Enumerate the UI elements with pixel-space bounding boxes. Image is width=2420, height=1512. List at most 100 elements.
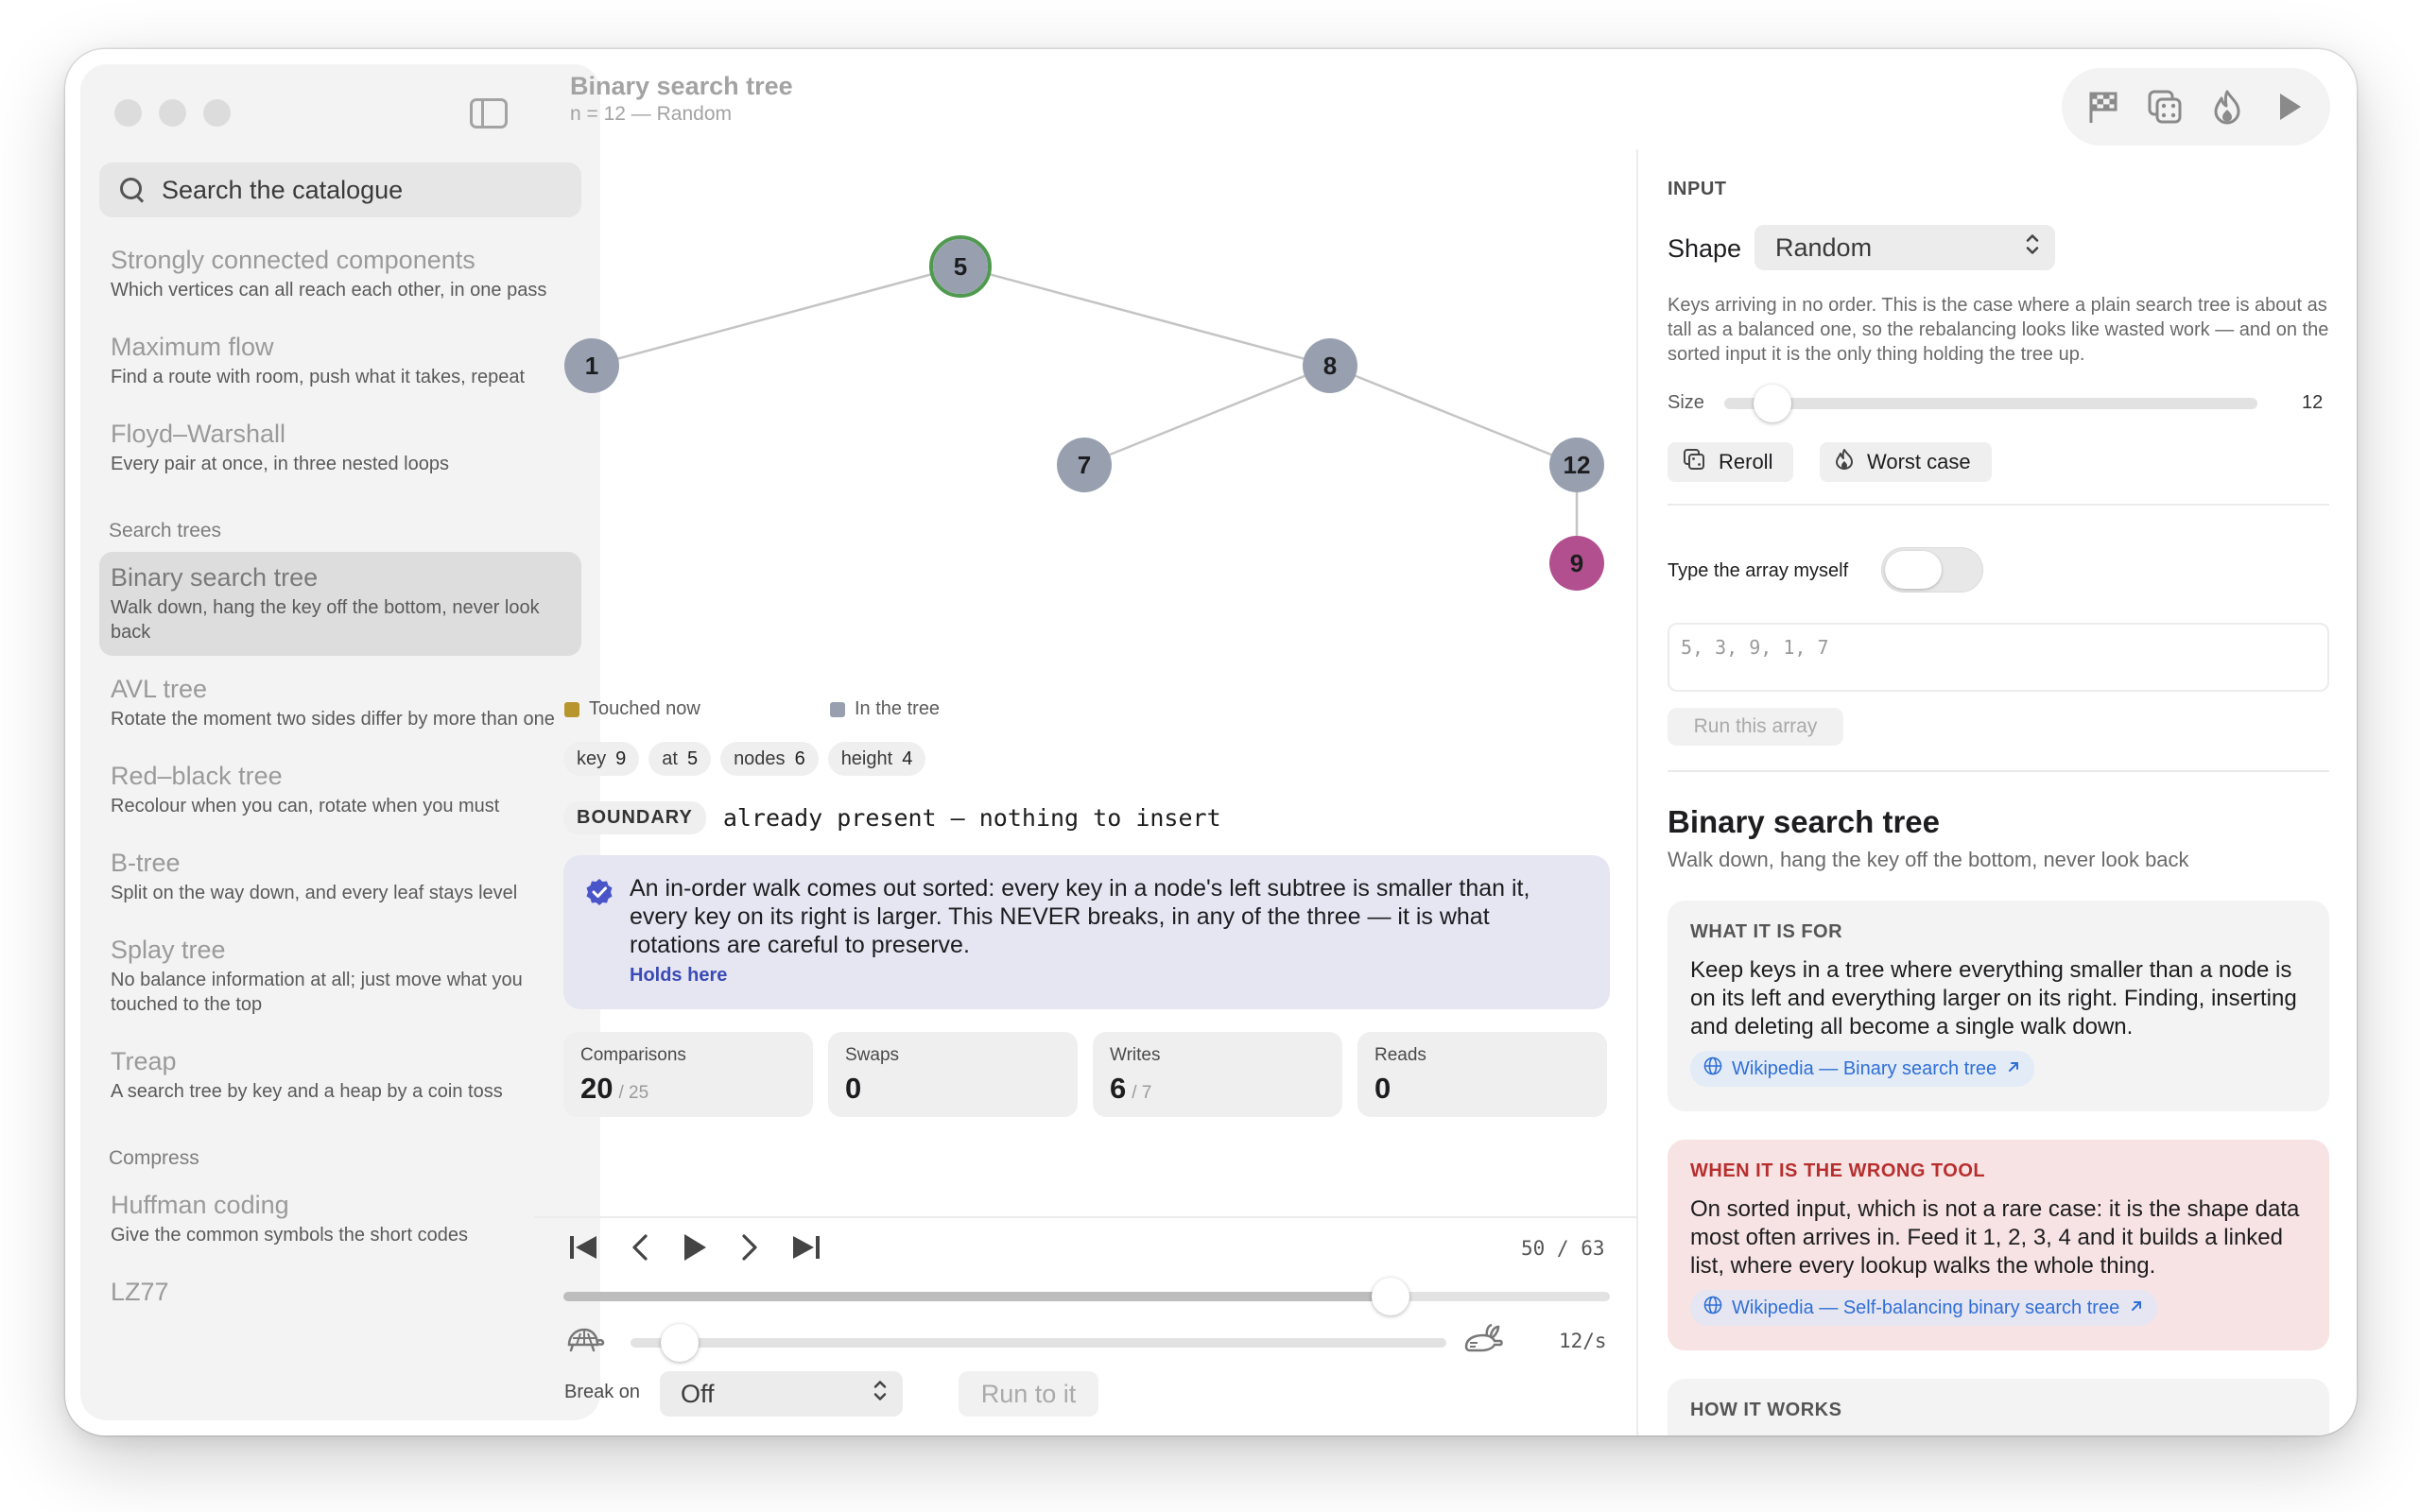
tree-node-9[interactable]: 9: [1549, 536, 1604, 591]
reroll-button[interactable]: Reroll: [1668, 442, 1794, 482]
card-heading: WHEN IT IS THE WRONG TOOL: [1690, 1160, 1986, 1181]
play-pause-icon[interactable]: [682, 1232, 708, 1267]
wikipedia-bst-link[interactable]: Wikipedia — Binary search tree: [1690, 1051, 2035, 1087]
stats-row: Comparisons 20/ 25 Swaps 0 Writes 6/ 7 R…: [563, 1032, 1607, 1117]
worst-case-button[interactable]: Worst case: [1820, 442, 1992, 482]
sidebar-item-red-black-tree[interactable]: Red–black tree Recolour when you can, ro…: [99, 750, 581, 830]
card-heading: WHAT IT IS FOR: [1690, 921, 1843, 942]
chevron-updown-icon: [2025, 232, 2040, 264]
chip-label: height: [840, 747, 893, 769]
dice-icon: [1683, 448, 1705, 476]
node-label: 7: [1078, 451, 1091, 479]
link-label: Wikipedia — Binary search tree: [1732, 1057, 1997, 1079]
timeline-scrubber[interactable]: [563, 1278, 1610, 1315]
chip-label: key: [577, 747, 607, 769]
step-forward-icon[interactable]: [740, 1233, 759, 1266]
stat-value: 6: [1110, 1072, 1127, 1105]
stat-value: 0: [1374, 1072, 1392, 1105]
skip-to-start-icon[interactable]: [568, 1234, 598, 1265]
chip-at: at 5: [648, 742, 712, 776]
flag-icon[interactable]: [2083, 88, 2121, 126]
divider: [1668, 770, 2329, 772]
toolbar: [2062, 68, 2330, 146]
stat-value: 0: [845, 1072, 862, 1105]
boundary-row: BOUNDARY already present — nothing to in…: [563, 801, 1221, 834]
timeline-knob[interactable]: [1371, 1278, 1409, 1315]
chip-label: nodes: [734, 747, 786, 769]
invariant-callout: An in-order walk comes out sorted: every…: [563, 855, 1610, 1009]
size-value: 12: [2302, 392, 2324, 413]
array-input[interactable]: 5, 3, 9, 1, 7: [1668, 623, 2329, 692]
external-link-icon: [2129, 1297, 2144, 1319]
sidebar-item-desc: A search tree by key and a heap by a coi…: [111, 1081, 503, 1102]
node-label: 1: [585, 352, 598, 380]
stat-total: / 25: [618, 1083, 649, 1103]
stat-reads: Reads 0: [1357, 1032, 1607, 1117]
sidebar-item-splay-tree[interactable]: Splay tree No balance information at all…: [99, 924, 581, 1028]
tree-node-5[interactable]: 5: [929, 235, 992, 298]
card-heading: HOW IT WORKS: [1690, 1400, 1842, 1420]
legend-swatch-touched: [564, 701, 579, 717]
tree-node-7[interactable]: 7: [1057, 438, 1112, 492]
sidebar-item-title: Splay tree: [111, 936, 226, 964]
skip-to-end-icon[interactable]: [791, 1234, 821, 1265]
tree-edge: [959, 265, 1331, 368]
stat-label: Reads: [1374, 1045, 1426, 1065]
transport-controls: [568, 1232, 821, 1267]
sidebar-item-title: Red–black tree: [111, 762, 283, 790]
chip-value: 5: [686, 747, 699, 769]
worst-case-label: Worst case: [1867, 450, 1971, 473]
what-it-is-for-card: WHAT IT IS FOR Keep keys in a tree where…: [1668, 901, 2329, 1111]
sidebar-item-b-tree[interactable]: B-tree Split on the way down, and every …: [99, 837, 581, 917]
stat-label: Writes: [1110, 1045, 1161, 1065]
shape-select[interactable]: Random: [1754, 225, 2055, 270]
how-it-works-card: HOW IT WORKS: [1668, 1379, 2329, 1435]
divider: [1668, 504, 2329, 506]
break-on-label: Break on: [564, 1382, 641, 1402]
stat-comparisons: Comparisons 20/ 25: [563, 1032, 813, 1117]
globe-icon: [1703, 1296, 1722, 1320]
break-on-select[interactable]: Off: [660, 1371, 903, 1417]
play-icon[interactable]: [2271, 88, 2308, 126]
holds-here-link[interactable]: Holds here: [630, 965, 1582, 987]
tree-node-1[interactable]: 1: [564, 338, 619, 393]
stat-value: 20: [580, 1072, 614, 1105]
sidebar-item-desc: No balance information at all; just move…: [111, 970, 523, 1015]
run-to-it-button[interactable]: Run to it: [959, 1371, 1098, 1417]
run-array-button[interactable]: Run this array: [1668, 708, 1843, 746]
break-on-value: Off: [681, 1379, 715, 1408]
app-window: Search the catalogue Strongly connected …: [65, 49, 2357, 1435]
shape-description: Keys arriving in no order. This is the c…: [1668, 295, 2329, 365]
step-back-icon[interactable]: [631, 1233, 649, 1266]
stat-total: / 7: [1132, 1083, 1152, 1103]
link-label: Wikipedia — Self-balancing binary search…: [1732, 1297, 2120, 1318]
input-section-label: INPUT: [1668, 179, 1727, 199]
legend-label: Touched now: [589, 698, 700, 719]
dice-icon[interactable]: [2146, 88, 2184, 126]
stat-writes: Writes 6/ 7: [1093, 1032, 1342, 1117]
sidebar-item-huffman-coding[interactable]: Huffman coding Give the common symbols t…: [99, 1179, 581, 1259]
legend-touched: Touched now: [564, 698, 700, 720]
chip-nodes: nodes 6: [720, 742, 819, 776]
size-knob[interactable]: [1753, 385, 1791, 422]
external-link-icon: [2006, 1058, 2021, 1080]
size-slider[interactable]: [1724, 385, 2257, 422]
sidebar-item-desc: Recolour when you can, rotate when you m…: [111, 796, 500, 816]
sidebar-item-lz77[interactable]: LZ77: [99, 1266, 581, 1319]
size-label: Size: [1668, 392, 1704, 413]
type-array-toggle[interactable]: [1881, 547, 1983, 593]
tree-node-8[interactable]: 8: [1303, 338, 1357, 393]
sidebar-item-treap[interactable]: Treap A search tree by key and a heap by…: [99, 1036, 581, 1115]
shape-label: Shape: [1668, 234, 1742, 263]
wikipedia-self-balancing-link[interactable]: Wikipedia — Self-balancing binary search…: [1690, 1290, 2158, 1326]
tree-edge: [1329, 364, 1578, 467]
tree-node-12[interactable]: 12: [1549, 438, 1604, 492]
flame-icon[interactable]: [2208, 88, 2246, 126]
legend-in-tree: In the tree: [830, 698, 940, 720]
stat-swaps: Swaps 0: [828, 1032, 1078, 1117]
speed-slider[interactable]: [631, 1324, 1446, 1362]
boundary-badge: BOUNDARY: [563, 801, 706, 834]
algorithm-subtitle: Walk down, hang the key off the bottom, …: [1668, 848, 2189, 871]
sidebar-item-desc: Split on the way down, and every leaf st…: [111, 883, 518, 903]
speed-knob[interactable]: [660, 1324, 699, 1362]
